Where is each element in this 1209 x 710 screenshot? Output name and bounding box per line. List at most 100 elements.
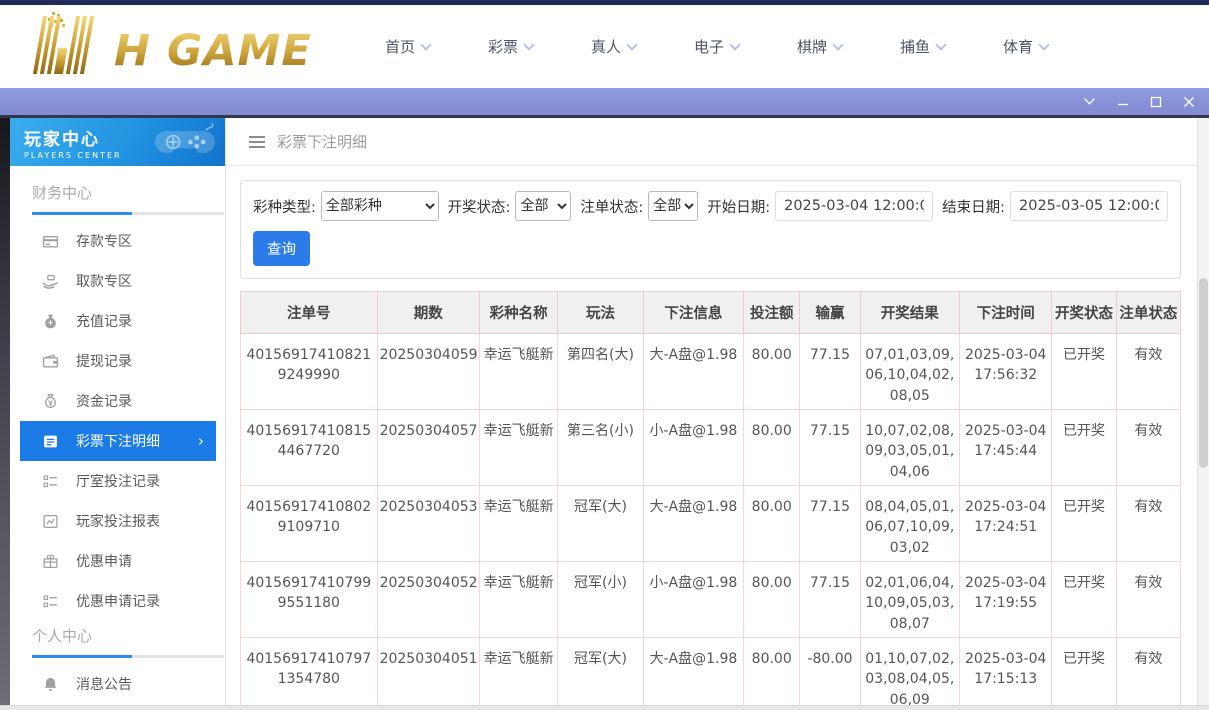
section-underline bbox=[32, 655, 224, 658]
window-collapse-button[interactable] bbox=[1073, 88, 1106, 115]
chevron-down-icon bbox=[729, 39, 740, 50]
cell-win-loss: 77.15 bbox=[800, 410, 860, 486]
maximize-button[interactable] bbox=[1139, 88, 1172, 115]
chevron-down-icon bbox=[626, 39, 637, 50]
breadcrumb: 彩票下注明细 bbox=[226, 118, 1197, 166]
window-body: 玩家中心 PLAYERS CENTER 财务中心存款专区取款专区充值记录提现记录… bbox=[0, 115, 1209, 705]
cell-order-id: 401569174107999551180 bbox=[241, 562, 378, 638]
sidebar-item-withdraw-zone[interactable]: 取款专区 bbox=[20, 261, 216, 301]
query-button[interactable]: 查询 bbox=[253, 231, 310, 266]
sidebar-item-deposit-zone[interactable]: 存款专区 bbox=[20, 221, 216, 261]
gamepad-icon bbox=[153, 122, 217, 162]
cell-bet-amount: 80.00 bbox=[744, 638, 800, 706]
cell-draw-status: 已开奖 bbox=[1052, 486, 1116, 562]
list-icon bbox=[42, 473, 59, 490]
site-nav: 首页 彩票 真人 电子 棋牌 捕鱼 体育 bbox=[356, 36, 1077, 57]
end-date-input[interactable] bbox=[1010, 191, 1168, 221]
draw-status-label: 开奖状态: bbox=[448, 196, 511, 217]
sidebar-item-recharge-records[interactable]: 充值记录 bbox=[20, 301, 216, 341]
sidebar-item-messages[interactable]: 消息公告 bbox=[20, 664, 216, 704]
column-header-period: 期数 bbox=[377, 292, 479, 334]
cell-win-loss: -80.00 bbox=[800, 638, 860, 706]
nav-item-board-games[interactable]: 棋牌 bbox=[768, 36, 871, 57]
nav-item-label: 体育 bbox=[1003, 36, 1033, 57]
cell-draw-result: 02,01,06,04,10,09,05,03,08,07 bbox=[860, 562, 959, 638]
cell-period: 20250304051 bbox=[377, 638, 479, 706]
sidebar-item-room-bet-records[interactable]: 厅室投注记录 bbox=[20, 461, 216, 501]
nav-item-home[interactable]: 首页 bbox=[356, 36, 459, 57]
cell-order-id: 401569174108154467720 bbox=[241, 410, 378, 486]
cell-play-type: 第三名(小) bbox=[558, 410, 643, 486]
nav-item-sports[interactable]: 体育 bbox=[974, 36, 1077, 57]
sidebar: 玩家中心 PLAYERS CENTER 财务中心存款专区取款专区充值记录提现记录… bbox=[10, 118, 225, 705]
cell-draw-status: 已开奖 bbox=[1052, 638, 1116, 706]
content-area: 彩种类型: 全部彩种 开奖状态: 全部 注单状态: 全部 开始日期: 结束日期:… bbox=[226, 166, 1197, 705]
section-label: 个人中心 bbox=[20, 625, 225, 646]
bank-card-icon bbox=[42, 233, 59, 250]
lottery-type-label: 彩种类型: bbox=[253, 196, 316, 217]
logo-text: H GAME bbox=[114, 26, 312, 76]
cell-period: 20250304057 bbox=[377, 410, 479, 486]
sidebar-item-label: 取款专区 bbox=[76, 271, 132, 291]
cell-order-status: 有效 bbox=[1116, 638, 1180, 706]
cell-draw-result: 07,01,03,09,06,10,04,02,08,05 bbox=[860, 334, 959, 410]
nav-item-fishing[interactable]: 捕鱼 bbox=[871, 36, 974, 57]
chevron-down-icon bbox=[1038, 39, 1049, 50]
cell-win-loss: 77.15 bbox=[800, 486, 860, 562]
column-header-order-status: 注单状态 bbox=[1116, 292, 1180, 334]
nav-item-live[interactable]: 真人 bbox=[562, 36, 665, 57]
cell-order-id: 401569174108029109710 bbox=[241, 486, 378, 562]
nav-item-label: 棋牌 bbox=[797, 36, 827, 57]
scrollbar-thumb[interactable] bbox=[1199, 278, 1208, 468]
chevron-down-icon bbox=[832, 39, 843, 50]
cell-order-status: 有效 bbox=[1116, 486, 1180, 562]
cell-bet-info: 大-A盘@1.98 bbox=[643, 638, 743, 706]
minimize-button[interactable] bbox=[1106, 88, 1139, 115]
cell-bet-time: 2025-03-04 17:45:44 bbox=[960, 410, 1052, 486]
bet-details-table: 注单号期数彩种名称玩法下注信息投注额输赢开奖结果下注时间开奖状态注单状态 401… bbox=[240, 291, 1181, 705]
table-row: 40156917410815446772020250304057幸运飞艇新第三名… bbox=[241, 410, 1181, 486]
order-status-select[interactable]: 全部 bbox=[648, 191, 698, 221]
nav-item-label: 电子 bbox=[694, 36, 724, 57]
cell-bet-time: 2025-03-04 17:15:13 bbox=[960, 638, 1052, 706]
sidebar-item-promo-apply-records[interactable]: 优惠申请记录 bbox=[20, 581, 216, 621]
bet-details-table-wrap: 注单号期数彩种名称玩法下注信息投注额输赢开奖结果下注时间开奖状态注单状态 401… bbox=[240, 291, 1181, 705]
cell-draw-result: 08,04,05,01,06,07,10,09,03,02 bbox=[860, 486, 959, 562]
cell-period: 20250304059 bbox=[377, 334, 479, 410]
cell-order-status: 有效 bbox=[1116, 334, 1180, 410]
lottery-type-select[interactable]: 全部彩种 bbox=[321, 191, 439, 221]
close-button[interactable] bbox=[1172, 88, 1205, 115]
sidebar-item-promo-apply[interactable]: 优惠申请 bbox=[20, 541, 216, 581]
table-header-row: 注单号期数彩种名称玩法下注信息投注额输赢开奖结果下注时间开奖状态注单状态 bbox=[241, 292, 1181, 334]
start-date-input[interactable] bbox=[775, 191, 933, 221]
sidebar-item-lottery-bet-details[interactable]: 彩票下注明细› bbox=[20, 421, 216, 461]
column-header-draw-result: 开奖结果 bbox=[860, 292, 959, 334]
logo-mark bbox=[33, 16, 94, 74]
start-date-label: 开始日期: bbox=[707, 196, 770, 217]
cell-order-status: 有效 bbox=[1116, 410, 1180, 486]
nav-item-label: 彩票 bbox=[488, 36, 518, 57]
table-row: 40156917410799955118020250304052幸运飞艇新冠军(… bbox=[241, 562, 1181, 638]
page-title: 彩票下注明细 bbox=[277, 131, 367, 152]
cell-lottery-name: 幸运飞艇新 bbox=[480, 638, 558, 706]
cell-lottery-name: 幸运飞艇新 bbox=[480, 334, 558, 410]
sidebar-menu: 财务中心存款专区取款专区充值记录提现记录资金记录彩票下注明细› 厅室投注记录玩家投… bbox=[10, 166, 225, 704]
draw-status-select[interactable]: 全部 bbox=[515, 191, 571, 221]
sidebar-item-label: 消息公告 bbox=[76, 674, 132, 694]
players-center-header: 玩家中心 PLAYERS CENTER bbox=[10, 118, 225, 166]
sidebar-item-label: 厅室投注记录 bbox=[76, 471, 160, 491]
nav-item-electronic[interactable]: 电子 bbox=[665, 36, 768, 57]
brand-logo[interactable]: H GAME bbox=[12, 10, 312, 84]
section-label: 财务中心 bbox=[20, 182, 225, 203]
sidebar-item-label: 优惠申请记录 bbox=[76, 591, 160, 611]
table-row: 40156917410821924999020250304059幸运飞艇新第四名… bbox=[241, 334, 1181, 410]
sidebar-item-withdraw-records[interactable]: 提现记录 bbox=[20, 341, 216, 381]
menu-toggle-icon[interactable] bbox=[248, 135, 266, 149]
cell-win-loss: 77.15 bbox=[800, 334, 860, 410]
sidebar-item-funds-records[interactable]: 资金记录 bbox=[20, 381, 216, 421]
sidebar-item-player-bet-report[interactable]: 玩家投注报表 bbox=[20, 501, 216, 541]
nav-item-label: 首页 bbox=[385, 36, 415, 57]
nav-item-lottery[interactable]: 彩票 bbox=[459, 36, 562, 57]
list-icon bbox=[42, 593, 59, 610]
vertical-scrollbar[interactable] bbox=[1197, 118, 1209, 705]
